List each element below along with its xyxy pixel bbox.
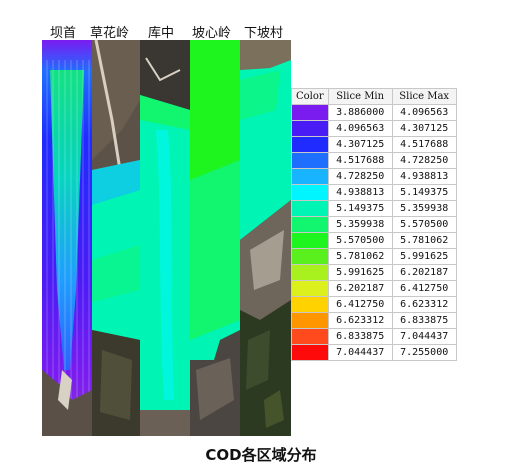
legend-color-swatch: [291, 184, 329, 201]
legend-row: 5.991625 6.202187: [291, 264, 457, 281]
legend-row: 4.096563 4.307125: [291, 120, 457, 137]
chart-title: COD各区域分布: [205, 446, 317, 464]
legend-row: 6.412750 6.623312: [291, 296, 457, 313]
station-label-caohualing: 草花岭: [90, 26, 130, 41]
legend-slice-max: 4.307125: [391, 120, 457, 137]
legend-color-swatch: [291, 136, 329, 153]
legend-slice-min: 6.412750: [327, 296, 393, 313]
legend-header-color: Color: [291, 88, 329, 105]
map-strip-caohualing: [92, 40, 140, 436]
map-strip-bashou: [42, 40, 92, 436]
legend-row: 4.517688 4.728250: [291, 152, 457, 169]
legend-slice-min: 6.833875: [327, 328, 393, 345]
cod-distribution-map: [42, 40, 291, 436]
map-strip-kuzhong: [140, 40, 190, 436]
legend-color-swatch: [291, 312, 329, 329]
legend-slice-max: 6.202187: [391, 264, 457, 281]
legend-header-slice-min: Slice Min: [327, 88, 393, 105]
legend-slice-min: 5.781062: [327, 248, 393, 265]
legend-color-swatch: [291, 280, 329, 297]
legend-color-swatch: [291, 296, 329, 313]
legend-color-swatch: [291, 120, 329, 137]
legend-row: 6.202187 6.412750: [291, 280, 457, 297]
legend-slice-min: 5.991625: [327, 264, 393, 281]
legend-slice-max: 4.517688: [391, 136, 457, 153]
legend-body: 3.886000 4.096563 4.096563 4.307125 4.307125…: [291, 104, 457, 361]
station-label-xiapocun: 下坡村: [244, 26, 284, 41]
legend-slice-min: 4.728250: [327, 168, 393, 185]
legend-slice-max: 4.938813: [391, 168, 457, 185]
station-label-kuzhong: 库中: [148, 26, 175, 41]
legend-slice-min: 4.517688: [327, 152, 393, 169]
legend-slice-max: 6.833875: [391, 312, 457, 329]
legend-slice-min: 7.044437: [327, 344, 393, 361]
legend-slice-min: 4.096563: [327, 120, 393, 137]
legend-slice-max: 5.570500: [391, 216, 457, 233]
legend-slice-min: 4.307125: [327, 136, 393, 153]
legend-row: 5.359938 5.570500: [291, 216, 457, 233]
legend-color-swatch: [291, 328, 329, 345]
legend-row: 7.044437 7.255000: [291, 344, 457, 361]
legend-slice-max: 4.096563: [391, 104, 457, 121]
legend-slice-min: 6.202187: [327, 280, 393, 297]
legend-slice-max: 6.412750: [391, 280, 457, 297]
legend-row: 5.570500 5.781062: [291, 232, 457, 249]
legend-color-swatch: [291, 104, 329, 121]
legend-slice-min: 5.570500: [327, 232, 393, 249]
legend-slice-max: 5.991625: [391, 248, 457, 265]
station-label-poxinling: 坡心岭: [192, 26, 232, 41]
legend-color-swatch: [291, 344, 329, 361]
legend-slice-max: 5.781062: [391, 232, 457, 249]
legend-row: 6.623312 6.833875: [291, 312, 457, 329]
legend-slice-min: 3.886000: [327, 104, 393, 121]
legend-slice-min: 5.359938: [327, 216, 393, 233]
legend-color-swatch: [291, 152, 329, 169]
legend-header-slice-max: Slice Max: [391, 88, 457, 105]
station-label-bashou: 坝首: [50, 26, 77, 41]
legend-row: 6.833875 7.044437: [291, 328, 457, 345]
legend-row: 4.307125 4.517688: [291, 136, 457, 153]
legend-header-row: Color Slice Min Slice Max: [291, 88, 457, 105]
legend-row: 5.149375 5.359938: [291, 200, 457, 217]
legend-slice-max: 7.255000: [391, 344, 457, 361]
legend-color-swatch: [291, 216, 329, 233]
legend-slice-min: 6.623312: [327, 312, 393, 329]
legend-row: 3.886000 4.096563: [291, 104, 457, 121]
legend-slice-max: 5.149375: [391, 184, 457, 201]
legend-row: 4.728250 4.938813: [291, 168, 457, 185]
color-legend-table: Color Slice Min Slice Max 3.886000 4.0965…: [291, 88, 457, 361]
legend-color-swatch: [291, 168, 329, 185]
legend-slice-min: 5.149375: [327, 200, 393, 217]
legend-slice-max: 6.623312: [391, 296, 457, 313]
legend-color-swatch: [291, 248, 329, 265]
legend-color-swatch: [291, 232, 329, 249]
legend-slice-max: 7.044437: [391, 328, 457, 345]
legend-row: 5.781062 5.991625: [291, 248, 457, 265]
map-strip-poxinling: [190, 40, 240, 436]
legend-slice-min: 4.938813: [327, 184, 393, 201]
map-strip-xiapocun: [240, 40, 291, 436]
legend-color-swatch: [291, 264, 329, 281]
legend-slice-max: 5.359938: [391, 200, 457, 217]
legend-color-swatch: [291, 200, 329, 217]
legend-row: 4.938813 5.149375: [291, 184, 457, 201]
legend-slice-max: 4.728250: [391, 152, 457, 169]
